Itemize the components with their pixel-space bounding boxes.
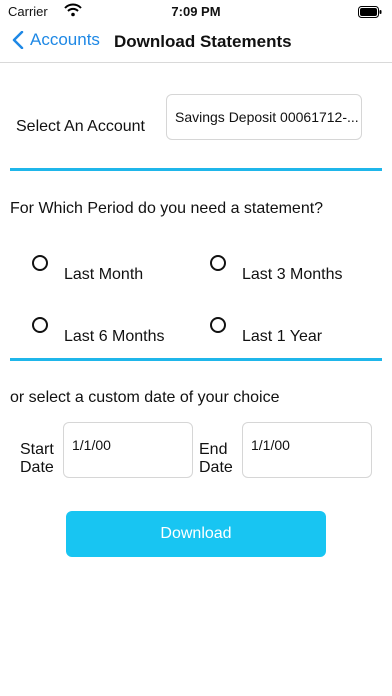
battery-icon: [358, 6, 382, 18]
end-date-label: End Date: [199, 441, 233, 476]
radio-circle-icon: [210, 255, 226, 271]
divider: [10, 358, 382, 361]
start-date-label: Start Date: [20, 441, 54, 476]
radio-circle-icon: [32, 317, 48, 333]
radio-label: Last Month: [64, 266, 144, 283]
end-date-field[interactable]: 1/1/00: [242, 422, 372, 478]
back-button[interactable]: Accounts: [12, 30, 100, 50]
radio-label: Last 6 Months: [64, 328, 165, 345]
status-bar: Carrier 7:09 PM: [0, 0, 392, 24]
account-label: Select An Account: [16, 118, 145, 135]
clock: 7:09 PM: [171, 4, 221, 19]
start-date-field[interactable]: 1/1/00: [63, 422, 193, 478]
navigation-bar: Accounts Download Statements: [0, 24, 392, 63]
back-button-label: Accounts: [30, 30, 100, 49]
radio-circle-icon: [210, 317, 226, 333]
radio-last-6-months[interactable]: Last 6 Months: [32, 317, 165, 346]
radio-label: Last 3 Months: [242, 266, 343, 283]
radio-last-3-months[interactable]: Last 3 Months: [210, 255, 343, 284]
radio-last-month[interactable]: Last Month: [32, 255, 144, 284]
page-title: Download Statements: [114, 32, 292, 51]
radio-circle-icon: [32, 255, 48, 271]
radio-label: Last 1 Year: [242, 328, 323, 345]
period-heading: For Which Period do you need a statement…: [10, 200, 324, 217]
account-picker[interactable]: Savings Deposit 00061712-...: [166, 94, 362, 140]
radio-last-1-year[interactable]: Last 1 Year: [210, 317, 323, 346]
chevron-left-icon: [12, 31, 24, 49]
divider: [10, 168, 382, 171]
download-button[interactable]: Download: [66, 511, 326, 557]
custom-date-heading: or select a custom date of your choice: [10, 389, 280, 406]
